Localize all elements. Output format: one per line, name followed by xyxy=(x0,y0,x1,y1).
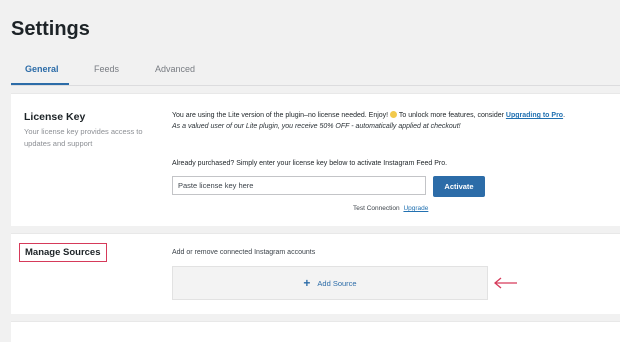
smiley-icon xyxy=(390,111,398,118)
license-key-title: License Key xyxy=(24,111,86,123)
tab-feeds[interactable]: Feeds xyxy=(94,64,119,74)
license-key-input[interactable] xyxy=(172,176,426,195)
tab-advanced[interactable]: Advanced xyxy=(155,64,195,74)
discount-notice: As a valued user of our Lite plugin, you… xyxy=(172,123,461,130)
activate-button[interactable]: Activate xyxy=(433,176,485,197)
already-purchased-text: Already purchased? Simply enter your lic… xyxy=(172,160,448,167)
plus-icon: + xyxy=(303,276,311,290)
manage-sources-panel: Manage Sources Add or remove connected I… xyxy=(11,233,620,314)
add-source-button[interactable]: + Add Source xyxy=(172,266,488,300)
next-panel xyxy=(11,321,620,342)
license-key-description: Your license key provides access to upda… xyxy=(24,127,143,148)
tabs-divider xyxy=(11,85,620,86)
license-notice-period: . xyxy=(563,112,566,119)
add-source-label: Add Source xyxy=(317,278,357,288)
settings-tabs: General Feeds Advanced xyxy=(11,58,620,85)
license-key-panel: License Key Your license key provides ac… xyxy=(11,93,620,226)
license-notice: You are using the Lite version of the pl… xyxy=(172,110,620,132)
page-title: Settings xyxy=(11,18,90,40)
manage-sources-title: Manage Sources xyxy=(19,243,107,262)
tab-general[interactable]: General xyxy=(25,64,59,74)
test-connection-label: Test Connection xyxy=(353,205,400,212)
arrow-left-icon xyxy=(493,277,517,289)
upgrade-to-pro-link[interactable]: Upgrading to Pro xyxy=(506,112,563,119)
upgrade-link[interactable]: Upgrade xyxy=(403,205,428,212)
test-connection-row: Test Connection Upgrade xyxy=(353,205,428,212)
license-notice-text: You are using the Lite version of the pl… xyxy=(172,112,389,119)
manage-sources-description: Add or remove connected Instagram accoun… xyxy=(172,249,316,256)
license-notice-middle: To unlock more features, consider xyxy=(398,112,506,119)
